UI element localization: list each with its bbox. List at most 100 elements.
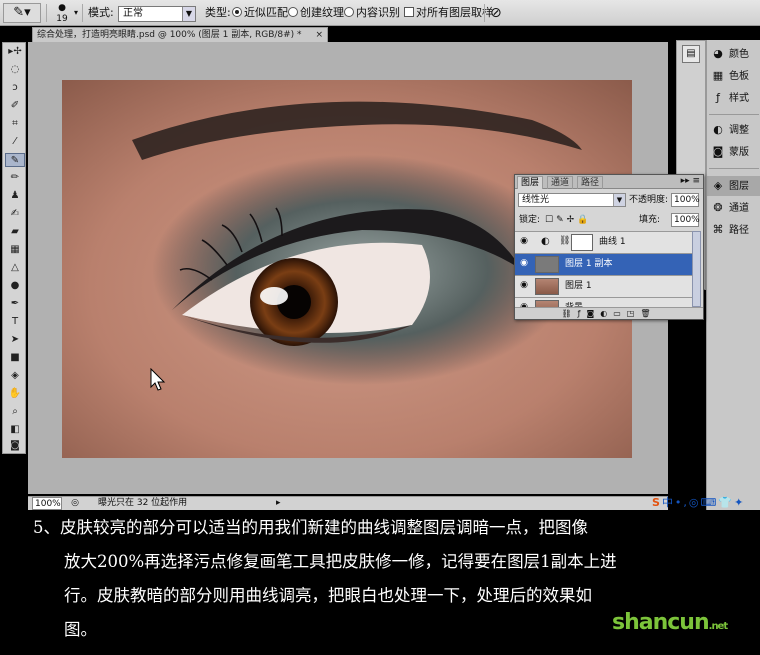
layer-row[interactable]: ◉ 图层 1 副本	[515, 253, 693, 275]
panel-item-paths[interactable]: ⌘ 路径	[707, 220, 760, 240]
preview-icon[interactable]: ◎	[68, 497, 82, 510]
path-select-tool-icon[interactable]: ➤	[5, 333, 25, 347]
layer-row[interactable]: ◉ ◐ ⛓ 曲线 1	[515, 231, 693, 253]
brush-picker[interactable]: ● 19	[52, 3, 72, 25]
swatches-icon: ▦	[712, 69, 724, 82]
panel-label: 色板	[729, 71, 749, 82]
watermark-text: shancun	[612, 610, 710, 635]
radio	[344, 7, 354, 17]
document-tab[interactable]: 综合处理，打造明亮眼睛.psd @ 100% (图层 1 副本, RGB/8#)…	[32, 27, 328, 42]
dodge-tool-icon[interactable]: ●	[5, 279, 25, 293]
healing-brush-icon: ✎▾	[13, 5, 31, 20]
pen-tool-icon[interactable]: ✒	[5, 297, 25, 311]
pressure-brush-icon[interactable]: ⊘	[490, 0, 502, 26]
lock-label: 锁定:	[519, 215, 541, 225]
type-radio-proximity-match[interactable]: 近似匹配	[232, 0, 288, 26]
layers-scrollbar[interactable]	[692, 231, 701, 307]
eyedropper-tool-icon[interactable]: ⁄	[5, 135, 25, 149]
eye-icon[interactable]: ◉	[518, 280, 530, 290]
gradient-tool-icon[interactable]: ▦	[5, 243, 25, 257]
chevron-down-icon: ▼	[613, 194, 625, 206]
clone-stamp-tool-icon[interactable]: ♟	[5, 189, 25, 203]
panel-label: 调整	[729, 125, 749, 136]
panel-menu-icon[interactable]: ▸▸ ≡	[681, 175, 700, 188]
layer-row[interactable]: ◉ 图层 1	[515, 275, 693, 297]
3d-rotate-tool-icon[interactable]: ◈	[5, 369, 25, 383]
move-tool-icon[interactable]: ▸✢	[5, 45, 25, 59]
layer-name: 图层 1 副本	[565, 259, 613, 269]
lock-icons[interactable]: ☐✎✢🔒	[545, 213, 591, 227]
layers-footer-buttons[interactable]: ⛓ƒ◙◐▭◳🗑	[515, 307, 703, 319]
zoom-tool-icon[interactable]: ⌕	[5, 405, 25, 419]
panel-label: 路径	[729, 225, 749, 236]
divider	[709, 114, 759, 115]
radio-label: 近似匹配	[244, 6, 288, 19]
radio-label: 创建纹理	[300, 6, 344, 19]
quick-select-tool-icon[interactable]: ✐	[5, 99, 25, 113]
panel-item-color[interactable]: ◕ 颜色	[707, 44, 760, 64]
marquee-tool-icon[interactable]: ◌	[5, 63, 25, 77]
eye-icon[interactable]: ◉	[518, 258, 530, 268]
mode-value: 正常	[123, 8, 143, 19]
sogou-icon: S	[652, 496, 662, 509]
caption-line: 图。	[64, 620, 97, 639]
site-watermark: shancun.net	[612, 610, 728, 635]
fill-label: 填充:	[639, 215, 661, 225]
panel-item-swatches[interactable]: ▦ 色板	[707, 66, 760, 86]
masks-icon: ◙	[712, 145, 724, 158]
panel-item-adjustments[interactable]: ◐ 调整	[707, 120, 760, 140]
spot-healing-brush-tool-icon[interactable]: ✎	[5, 153, 25, 167]
link-icon: ⛓	[559, 236, 571, 246]
layer-name: 图层 1	[565, 281, 592, 291]
tool-preset-picker[interactable]: ✎▾	[3, 3, 41, 23]
panel-item-layers[interactable]: ◈ 图层	[707, 176, 760, 196]
color-swatches-icon[interactable]: ◧	[5, 423, 25, 437]
fill-field[interactable]: 100%	[671, 213, 700, 227]
panel-item-styles[interactable]: ƒ 样式	[707, 88, 760, 108]
eye-icon[interactable]: ◉	[518, 236, 530, 246]
checkbox	[404, 7, 414, 17]
brush-size: 19	[56, 14, 68, 24]
panel-item-masks[interactable]: ◙ 蒙版	[707, 142, 760, 162]
brush-tool-icon[interactable]: ✏	[5, 171, 25, 185]
shape-tool-icon[interactable]: ■	[5, 351, 25, 365]
layer-thumbnail	[535, 256, 559, 273]
layer-row[interactable]: ◉ 背景	[515, 297, 693, 307]
history-brush-tool-icon[interactable]: ✍	[5, 207, 25, 221]
type-radio-create-texture[interactable]: 创建纹理	[288, 0, 344, 26]
type-tool-icon[interactable]: T	[5, 315, 25, 329]
close-icon[interactable]: ×	[315, 28, 323, 42]
eraser-tool-icon[interactable]: ▰	[5, 225, 25, 239]
status-info: 曝光只在 32 位起作用	[98, 498, 188, 508]
opacity-label: 不透明度:	[629, 195, 669, 205]
ime-tray[interactable]: S中•,◎⌨👕✦	[652, 497, 745, 509]
crop-tool-icon[interactable]: ⌗	[5, 117, 25, 131]
adjustments-icon: ◐	[713, 123, 723, 136]
chevron-down-icon[interactable]: ▾	[74, 0, 78, 26]
blur-tool-icon[interactable]: △	[5, 261, 25, 275]
chevron-right-icon[interactable]: ▸	[276, 497, 281, 510]
opacity-field[interactable]: 100%	[671, 193, 700, 207]
panel-item-channels[interactable]: ❂ 通道	[707, 198, 760, 218]
blend-mode-select[interactable]: 线性光 ▼	[518, 193, 626, 207]
checkbox-label: 对所有图层取样	[416, 6, 493, 19]
quick-mask-icon[interactable]: ◙	[5, 439, 25, 453]
tab-paths[interactable]: 路径	[577, 176, 604, 189]
zoom-field[interactable]: 100%	[32, 497, 62, 510]
tab-layers[interactable]: 图层	[517, 176, 544, 189]
mode-select[interactable]: 正常 ▼	[118, 6, 196, 22]
type-radio-content-aware[interactable]: 内容识别	[344, 0, 400, 26]
panel-column: ◕ 颜色 ▦ 色板 ƒ 样式 ◐ 调整 ◙ 蒙版 ◈ 图层 ❂ 通道 ⌘ 路径	[706, 40, 760, 510]
layer-name: 曲线 1	[599, 237, 626, 247]
sample-all-layers-checkbox[interactable]: 对所有图层取样	[404, 0, 493, 26]
divider	[82, 4, 83, 22]
mode-label: 模式:	[88, 6, 114, 19]
lasso-tool-icon[interactable]: ↄ	[5, 81, 25, 95]
curves-adjustment-icon: ◐	[541, 236, 550, 247]
chevron-down-icon: ▼	[182, 7, 195, 21]
hand-tool-icon[interactable]: ✋	[5, 387, 25, 401]
tab-channels[interactable]: 通道	[547, 176, 574, 189]
type-label: 类型:	[205, 6, 231, 19]
panel-toggle-icon[interactable]: ▤	[682, 45, 700, 63]
panel-label: 颜色	[729, 49, 749, 60]
